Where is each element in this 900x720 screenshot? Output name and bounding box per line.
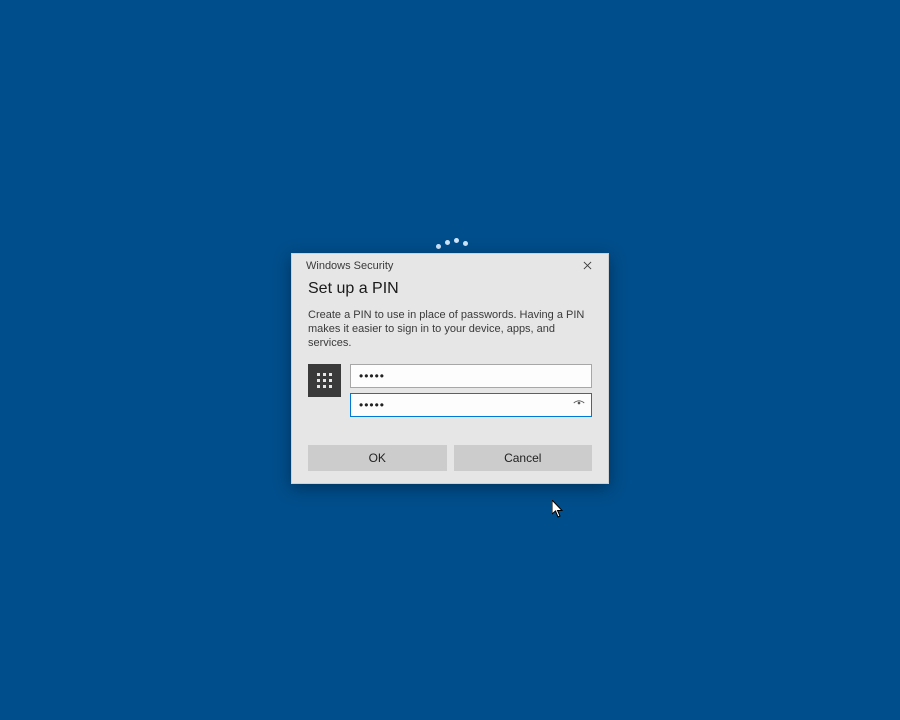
confirm-pin-input[interactable] [350,393,592,417]
dialog-description: Create a PIN to use in place of password… [308,308,592,350]
ok-button[interactable]: OK [308,445,447,471]
pin-input-row [308,364,592,417]
eye-icon [572,396,586,415]
pin-field-wrap [350,364,592,388]
windows-security-dialog: Windows Security Set up a PIN Create a P… [291,253,609,484]
pin-input[interactable] [350,364,592,388]
cancel-button[interactable]: Cancel [454,445,593,471]
dialog-titlebar: Windows Security [292,254,608,278]
keypad-icon [308,364,341,397]
dialog-title: Windows Security [306,260,393,272]
dialog-button-row: OK Cancel [308,445,592,471]
close-icon [583,257,592,275]
loading-spinner [436,238,476,250]
close-button[interactable] [574,256,600,276]
confirm-pin-field-wrap [350,393,592,417]
dialog-heading: Set up a PIN [308,280,592,298]
mouse-cursor-icon [552,500,564,518]
dialog-content: Set up a PIN Create a PIN to use in plac… [292,278,608,483]
reveal-password-button[interactable] [571,397,587,413]
